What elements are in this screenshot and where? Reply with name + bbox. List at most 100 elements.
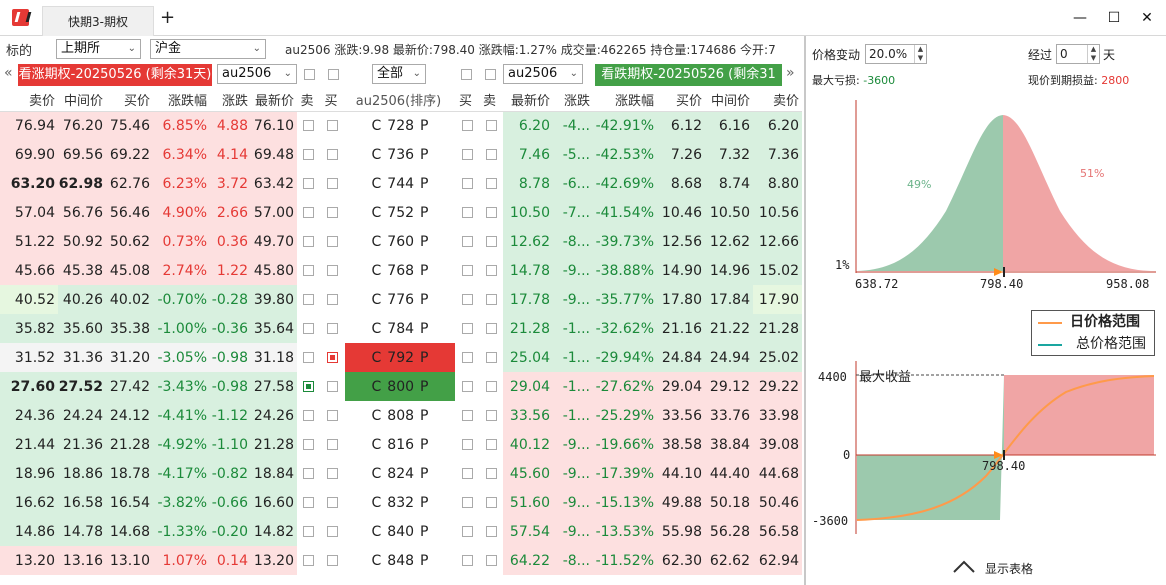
table-row[interactable]: 63.20 62.98 62.76 6.23% 3.72 63.42 C 744 P 8.78 -6… <box>0 169 802 198</box>
call-cell[interactable]: 35.82 <box>0 314 58 343</box>
put-cell[interactable]: -4... <box>553 111 593 140</box>
put-cell[interactable]: -42.69% <box>593 169 657 198</box>
put-buy-checkbox-cell[interactable] <box>455 372 479 401</box>
call-cell[interactable]: 40.02 <box>106 285 153 314</box>
call-cell[interactable]: 57.04 <box>0 198 58 227</box>
put-cell[interactable]: 62.30 <box>657 546 705 575</box>
put-buy-checkbox-cell[interactable] <box>455 198 479 227</box>
call-cell[interactable]: 14.82 <box>251 517 297 546</box>
put-sell-checkbox-cell[interactable] <box>479 488 503 517</box>
call-cell[interactable]: 31.36 <box>58 343 106 372</box>
call-sell-checkbox[interactable] <box>303 526 314 537</box>
call-buy-checkbox-cell[interactable] <box>320 488 345 517</box>
put-cell[interactable]: 29.22 <box>753 372 802 401</box>
put-cell[interactable]: 29.12 <box>705 372 753 401</box>
call-sell-checkbox-cell[interactable] <box>297 372 320 401</box>
call-sell-checkbox[interactable] <box>303 381 314 392</box>
call-cell[interactable]: 24.24 <box>58 401 106 430</box>
put-buy-checkbox-cell[interactable] <box>455 227 479 256</box>
call-buy-checkbox[interactable] <box>327 323 338 334</box>
call-buy-checkbox-cell[interactable] <box>320 198 345 227</box>
column-header[interactable]: 买 <box>320 88 345 112</box>
put-buy-checkbox[interactable] <box>461 410 473 421</box>
call-cell[interactable]: 49.70 <box>251 227 297 256</box>
strike-cell[interactable]: C 840 P <box>345 517 455 546</box>
put-sell-checkbox[interactable] <box>485 555 497 566</box>
put-buy-checkbox[interactable] <box>461 294 473 305</box>
call-cell[interactable]: -0.82 <box>210 459 251 488</box>
call-cell[interactable]: 16.54 <box>106 488 153 517</box>
call-buy-checkbox[interactable] <box>327 352 338 363</box>
put-sell-checkbox-cell[interactable] <box>479 198 503 227</box>
call-cell[interactable]: 6.34% <box>153 140 210 169</box>
call-sell-checkbox[interactable] <box>303 439 314 450</box>
put-buy-checkbox[interactable] <box>461 178 473 189</box>
chevron-up-icon[interactable] <box>953 560 975 573</box>
call-cell[interactable]: 13.20 <box>0 546 58 575</box>
put-cell[interactable]: 14.78 <box>503 256 553 285</box>
put-cell[interactable]: 6.20 <box>503 111 553 140</box>
call-cell[interactable]: 4.90% <box>153 198 210 227</box>
put-buy-checkbox-cell[interactable] <box>455 169 479 198</box>
call-buy-checkbox-cell[interactable] <box>320 227 345 256</box>
put-buy-checkbox-cell[interactable] <box>455 546 479 575</box>
call-sell-checkbox[interactable] <box>303 468 314 479</box>
call-sell-checkbox[interactable] <box>303 555 314 566</box>
call-cell[interactable]: 45.08 <box>106 256 153 285</box>
table-row[interactable]: 16.62 16.58 16.54 -3.82% -0.66 16.60 C 832 P 51.6… <box>0 488 802 517</box>
put-cell[interactable]: 6.12 <box>657 111 705 140</box>
add-tab-button[interactable]: + <box>160 8 175 28</box>
put-cell[interactable]: 12.62 <box>503 227 553 256</box>
put-cell[interactable]: -19.66% <box>593 430 657 459</box>
call-buy-checkbox-cell[interactable] <box>320 459 345 488</box>
show-table-link[interactable]: 显示表格 <box>985 560 1033 577</box>
table-row[interactable]: 18.96 18.86 18.78 -4.17% -0.82 18.84 C 824 P 45.6… <box>0 459 802 488</box>
call-sell-checkbox-cell[interactable] <box>297 314 320 343</box>
put-cell[interactable]: 8.68 <box>657 169 705 198</box>
strike-cell[interactable]: C 848 P <box>345 546 455 575</box>
strike-cell[interactable]: C 784 P <box>345 314 455 343</box>
put-cell[interactable]: 45.60 <box>503 459 553 488</box>
call-cell[interactable]: 50.62 <box>106 227 153 256</box>
call-sell-checkbox[interactable] <box>303 323 314 334</box>
call-sell-checkbox[interactable] <box>303 178 314 189</box>
call-buy-checkbox-cell[interactable] <box>320 140 345 169</box>
call-cell[interactable]: 27.42 <box>106 372 153 401</box>
put-cell[interactable]: 38.84 <box>705 430 753 459</box>
put-sell-checkbox[interactable] <box>485 381 497 392</box>
call-buy-checkbox[interactable] <box>327 468 338 479</box>
table-row[interactable]: 27.60 27.52 27.42 -3.43% -0.98 27.58 C 800 P 29.0… <box>0 372 802 401</box>
call-cell[interactable]: 16.58 <box>58 488 106 517</box>
call-cell[interactable]: 75.46 <box>106 111 153 140</box>
call-sell-checkbox[interactable] <box>303 149 314 160</box>
put-cell[interactable]: -6... <box>553 169 593 198</box>
call-cell[interactable]: 35.64 <box>251 314 297 343</box>
call-cell[interactable]: 45.80 <box>251 256 297 285</box>
put-cell[interactable]: -13.53% <box>593 517 657 546</box>
put-cell[interactable]: 21.28 <box>503 314 553 343</box>
call-cell[interactable]: 51.22 <box>0 227 58 256</box>
put-cell[interactable]: -9... <box>553 459 593 488</box>
put-buy-all-checkbox[interactable] <box>461 69 472 80</box>
put-cell[interactable]: 12.62 <box>705 227 753 256</box>
call-cell[interactable]: 76.94 <box>0 111 58 140</box>
call-buy-checkbox[interactable] <box>327 236 338 247</box>
put-cell[interactable]: -8... <box>553 546 593 575</box>
column-header[interactable]: 中间价 <box>58 88 106 112</box>
put-buy-checkbox-cell[interactable] <box>455 343 479 372</box>
call-cell[interactable]: 57.00 <box>251 198 297 227</box>
put-cell[interactable]: -17.39% <box>593 459 657 488</box>
put-cell[interactable]: 7.36 <box>753 140 802 169</box>
call-cell[interactable]: -1.12 <box>210 401 251 430</box>
put-cell[interactable]: 62.62 <box>705 546 753 575</box>
call-buy-checkbox-cell[interactable] <box>320 401 345 430</box>
put-sell-checkbox[interactable] <box>485 468 497 479</box>
put-sell-checkbox-cell[interactable] <box>479 517 503 546</box>
call-buy-checkbox-cell[interactable] <box>320 546 345 575</box>
call-cell[interactable]: 24.12 <box>106 401 153 430</box>
call-cell[interactable]: 56.46 <box>106 198 153 227</box>
call-cell[interactable]: 2.66 <box>210 198 251 227</box>
put-cell[interactable]: 12.66 <box>753 227 802 256</box>
put-cell[interactable]: -35.77% <box>593 285 657 314</box>
next-expiry-icon[interactable]: » <box>786 65 795 81</box>
